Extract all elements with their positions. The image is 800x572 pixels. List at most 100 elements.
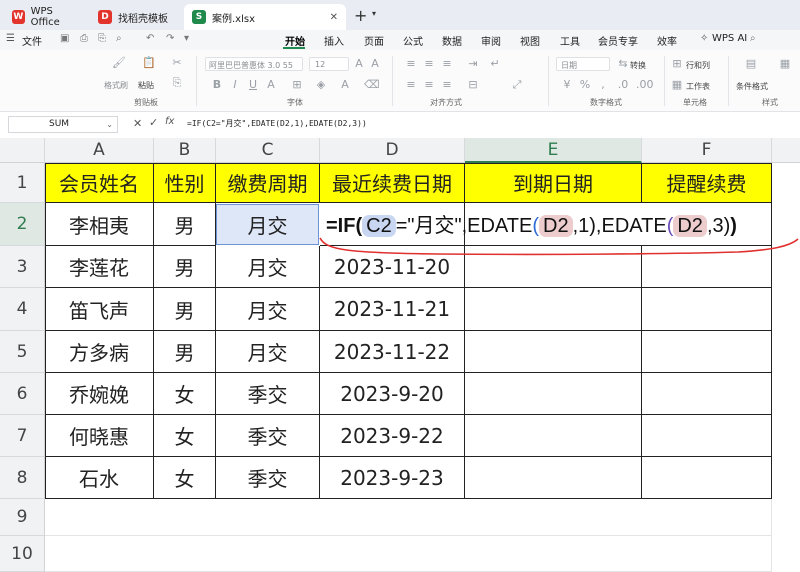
copy-icon[interactable]: ⎘ [170, 76, 184, 90]
hamburger-icon[interactable]: ☰ [6, 33, 15, 44]
thousands-icon[interactable]: , [596, 78, 610, 92]
table-cell[interactable]: 2023-9-23 [320, 457, 465, 499]
align-left-icon[interactable]: ≡ [404, 78, 418, 92]
align-bottom-icon[interactable]: ≡ [440, 57, 454, 71]
decrease-decimal-icon[interactable]: .00 [636, 78, 654, 92]
close-icon[interactable]: ✕ [330, 12, 338, 23]
table-cell[interactable] [642, 457, 772, 499]
table-cell[interactable]: 男 [154, 203, 216, 246]
chevron-down-icon[interactable]: ⌄ [106, 117, 113, 132]
confirm-icon[interactable]: ✓ [149, 116, 158, 129]
row-header-4[interactable]: 4 [0, 288, 45, 331]
strikethrough-icon[interactable]: A [264, 78, 278, 92]
table-cell[interactable]: 男 [154, 331, 216, 373]
table-cell[interactable] [465, 331, 642, 373]
table-cell[interactable]: 2023-11-21 [320, 288, 465, 331]
print-icon[interactable]: ⎘ [98, 33, 106, 44]
table-cell[interactable]: 2023-9-22 [320, 415, 465, 457]
menu-review[interactable]: 审阅 [481, 33, 501, 48]
cut-icon[interactable]: ✂ [170, 56, 184, 70]
table-cell[interactable] [465, 457, 642, 499]
row-header-10[interactable]: 10 [0, 536, 45, 572]
table-cell[interactable]: 女 [154, 457, 216, 499]
column-header-b[interactable]: B [154, 138, 216, 163]
table-cell[interactable]: 月交 [216, 331, 320, 373]
cancel-icon[interactable]: ✕ [133, 117, 142, 130]
wrap-icon[interactable]: ↵ [488, 57, 502, 71]
row-header-8[interactable]: 8 [0, 457, 45, 499]
table-cell[interactable]: 何晓惠 [45, 415, 154, 457]
new-tab-button[interactable]: + [354, 6, 367, 25]
clear-format-icon[interactable]: ⌫ [364, 78, 380, 92]
row-header-9[interactable]: 9 [0, 499, 45, 536]
table-cell[interactable] [642, 288, 772, 331]
paste-label[interactable]: 粘贴 [138, 80, 154, 91]
currency-icon[interactable]: ¥ [560, 78, 574, 92]
cond-format-label[interactable]: 条件格式 [736, 81, 768, 92]
empty-row[interactable] [45, 499, 772, 536]
worksheet-label[interactable]: 工作表 [686, 81, 710, 92]
conditional-format-icon[interactable]: ▤ [744, 57, 758, 71]
menu-home[interactable]: 开始 [285, 33, 305, 48]
menu-wps-ai[interactable]: WPS AI [712, 33, 747, 44]
format-painter-icon[interactable]: 🖌 [112, 56, 126, 70]
rows-cols-label[interactable]: 行和列 [686, 60, 710, 71]
table-cell[interactable]: 李莲花 [45, 246, 154, 288]
align-middle-icon[interactable]: ≡ [422, 57, 436, 71]
save-icon[interactable]: ▣ [60, 33, 69, 44]
referenced-cell-c2[interactable]: 月交 [216, 204, 319, 245]
table-cell[interactable]: 男 [154, 246, 216, 288]
formula-input[interactable]: =IF(C2="月交",EDATE(D2,1),EDATE(D2,3)) [187, 118, 367, 129]
rows-cols-icon[interactable]: ⊞ [670, 57, 684, 71]
table-cell[interactable] [642, 373, 772, 415]
table-header-cell[interactable]: 最近续费日期 [320, 163, 465, 203]
table-cell[interactable]: 笛飞声 [45, 288, 154, 331]
orientation-icon[interactable]: ⤢ [510, 78, 524, 92]
table-cell[interactable]: 女 [154, 415, 216, 457]
bold-icon[interactable]: B [210, 78, 224, 92]
table-cell[interactable]: 2023-11-22 [320, 331, 465, 373]
table-style-icon[interactable]: ▦ [778, 57, 792, 71]
align-top-icon[interactable]: ≡ [404, 57, 418, 71]
table-header-cell[interactable]: 会员姓名 [45, 163, 154, 203]
name-box[interactable]: SUM ⌄ [8, 116, 118, 133]
convert-icon[interactable]: ⇆ [616, 57, 630, 71]
border-icon[interactable]: ⊞ [290, 78, 304, 92]
column-header-d[interactable]: D [320, 138, 465, 163]
table-cell[interactable]: 女 [154, 373, 216, 415]
table-cell[interactable] [465, 288, 642, 331]
more-icon[interactable]: ▾ [184, 33, 189, 44]
align-right-icon[interactable]: ≡ [440, 78, 454, 92]
table-header-cell[interactable]: 性别 [154, 163, 216, 203]
column-header-a[interactable]: A [45, 138, 154, 163]
row-header-2[interactable]: 2 [0, 203, 45, 246]
fill-color-icon[interactable]: ◈ [314, 78, 328, 92]
table-cell[interactable]: 月交 [216, 246, 320, 288]
table-cell[interactable]: 男 [154, 288, 216, 331]
percent-icon[interactable]: % [578, 78, 592, 92]
redo-icon[interactable]: ↷ [166, 33, 174, 44]
indent-icon[interactable]: ⇥ [466, 57, 480, 71]
table-cell[interactable] [642, 415, 772, 457]
tab-case-xlsx[interactable]: S 案例.xlsx ✕ [184, 4, 346, 30]
preview-icon[interactable]: ⌕ [116, 33, 122, 44]
table-cell[interactable]: 李相夷 [45, 203, 154, 246]
table-cell[interactable]: 季交 [216, 415, 320, 457]
insert-function-icon[interactable]: fx [165, 116, 174, 127]
table-cell[interactable]: 石水 [45, 457, 154, 499]
table-header-cell[interactable]: 到期日期 [465, 163, 642, 203]
table-cell[interactable]: 2023-9-20 [320, 373, 465, 415]
undo-icon[interactable]: ↶ [146, 33, 154, 44]
increase-decimal-icon[interactable]: .0 [616, 78, 630, 92]
table-header-cell[interactable]: 提醒续费 [642, 163, 772, 203]
table-header-cell[interactable]: 缴费周期 [216, 163, 320, 203]
export-icon[interactable]: ⎙ [80, 33, 88, 44]
increase-font-icon[interactable]: A [352, 57, 366, 71]
row-header-1[interactable]: 1 [0, 163, 45, 203]
table-cell[interactable]: 季交 [216, 457, 320, 499]
select-all-corner[interactable] [0, 138, 45, 163]
row-header-5[interactable]: 5 [0, 331, 45, 373]
table-cell[interactable]: 季交 [216, 373, 320, 415]
menu-data[interactable]: 数据 [442, 33, 462, 48]
column-header-c[interactable]: C [216, 138, 320, 163]
